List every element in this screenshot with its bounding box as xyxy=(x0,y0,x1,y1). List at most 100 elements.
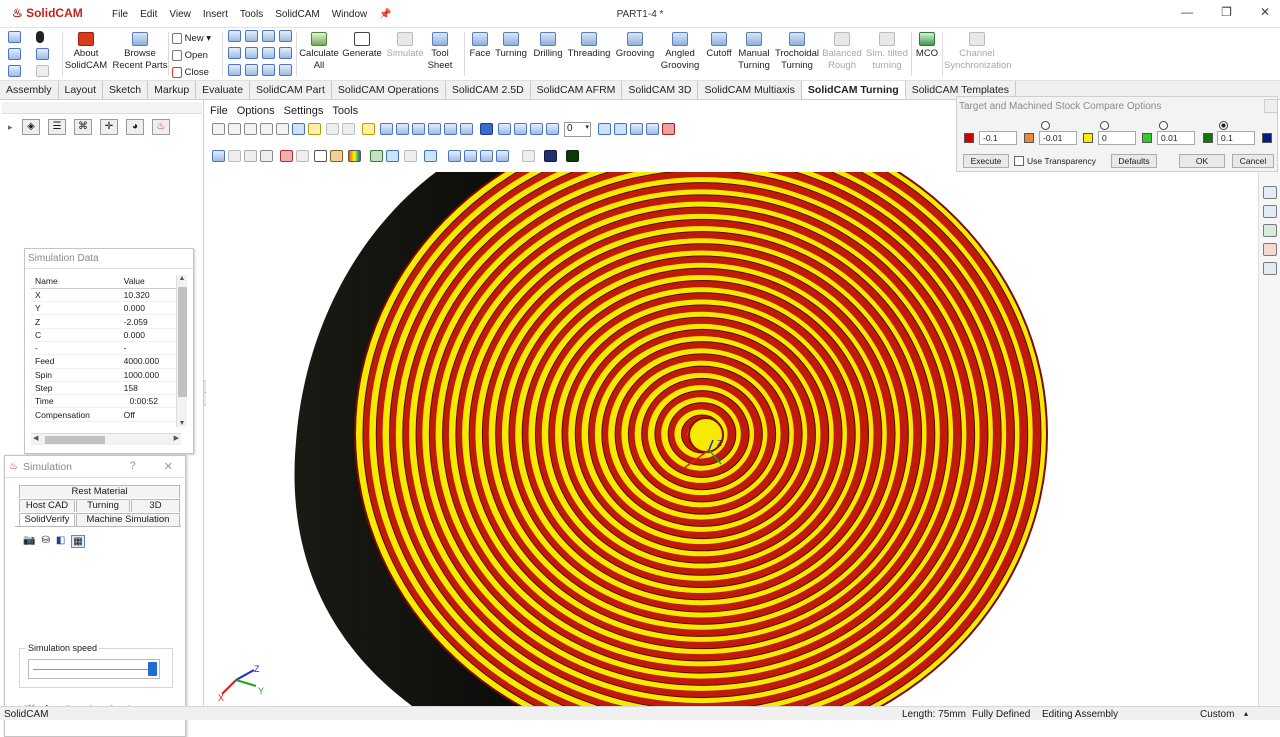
color-swatch-orange[interactable] xyxy=(1024,133,1034,143)
view-front-icon[interactable] xyxy=(380,123,393,135)
trochoidal-turning-button[interactable]: Trochoidal Turning xyxy=(774,30,820,72)
cube-dimetric-icon[interactable] xyxy=(279,47,292,59)
close-button[interactable]: Close xyxy=(172,64,211,81)
rotate-icon[interactable] xyxy=(260,123,273,135)
feature-tree-icon[interactable]: ◈ xyxy=(22,119,40,135)
radio-1[interactable] xyxy=(1041,121,1050,130)
refresh-icon[interactable] xyxy=(314,150,327,162)
cube-right-icon[interactable] xyxy=(262,30,275,42)
panel-expand-icon[interactable]: ▸ xyxy=(8,122,13,133)
light-icon[interactable] xyxy=(36,31,44,43)
file-explorer-icon[interactable] xyxy=(1262,224,1277,237)
compare-view-icon[interactable] xyxy=(566,150,579,162)
sim-menu-tools[interactable]: Tools xyxy=(332,105,358,117)
axis-icon[interactable] xyxy=(386,150,399,162)
select-icon[interactable] xyxy=(292,123,305,135)
restore-icon[interactable]: ❐ xyxy=(1221,5,1232,19)
view-bottom-icon[interactable] xyxy=(460,123,473,135)
defaults-button[interactable]: Defaults xyxy=(1111,154,1157,168)
color-scale-icon[interactable] xyxy=(348,150,361,162)
grid-d-icon[interactable] xyxy=(496,150,509,162)
highlight-icon[interactable] xyxy=(308,123,321,135)
minimize-icon[interactable]: — xyxy=(1181,5,1193,19)
slider-thumb[interactable] xyxy=(148,662,157,676)
tab-solidcam-afrm[interactable]: SolidCAM AFRM xyxy=(531,81,623,99)
tab-3d[interactable]: 3D xyxy=(131,499,180,512)
horizontal-scrollbar[interactable]: ◀ ▶ xyxy=(31,433,181,445)
view-dir2-icon[interactable] xyxy=(614,123,627,135)
simulation-viewport[interactable]: Z X Z Y xyxy=(206,172,1256,706)
cube-left-icon[interactable] xyxy=(262,47,275,59)
generate-button[interactable]: Generate xyxy=(342,30,382,60)
turret-icon[interactable] xyxy=(662,123,675,135)
cube-section-icon[interactable] xyxy=(279,64,292,76)
zoom-icon[interactable] xyxy=(212,123,225,135)
radio-3[interactable] xyxy=(1159,121,1168,130)
view-dir3-icon[interactable] xyxy=(630,123,643,135)
resources-icon[interactable] xyxy=(1262,186,1277,199)
color-swatch-navy[interactable] xyxy=(1262,133,1272,143)
view-dir4-icon[interactable] xyxy=(646,123,659,135)
tab-markup[interactable]: Markup xyxy=(148,81,197,99)
cube-edges-icon[interactable] xyxy=(262,64,275,76)
export-icon[interactable] xyxy=(522,150,535,162)
use-transparency-checkbox[interactable] xyxy=(1014,156,1024,166)
cube-top-icon[interactable] xyxy=(245,30,258,42)
tab-solidcam-turning[interactable]: SolidCAM Turning xyxy=(801,81,906,99)
dialog-close-icon[interactable] xyxy=(1264,99,1278,113)
mco-button[interactable]: MCO xyxy=(913,30,941,60)
tool-display-icon[interactable] xyxy=(280,150,293,162)
tolerance-field-4[interactable]: 0.01 xyxy=(1157,131,1195,145)
cube-shaded-icon[interactable] xyxy=(245,64,258,76)
open-doc-icon[interactable] xyxy=(8,48,21,60)
tab-sketch[interactable]: Sketch xyxy=(103,81,149,99)
turning-button[interactable]: Turning xyxy=(494,30,528,60)
clip-icon[interactable] xyxy=(404,150,417,162)
sim-menu-settings[interactable]: Settings xyxy=(284,105,324,117)
close-simulation-button[interactable]: ✕ xyxy=(164,460,173,473)
dark-view-icon[interactable] xyxy=(544,150,557,162)
drilling-button[interactable]: Drilling xyxy=(530,30,566,60)
view-back-icon[interactable] xyxy=(396,123,409,135)
close-icon[interactable]: ✕ xyxy=(1260,5,1270,19)
tab-solidcam-multiaxis[interactable]: SolidCAM Multiaxis xyxy=(698,81,802,99)
color-swatch-red[interactable] xyxy=(964,133,974,143)
balanced-rough-button[interactable]: Balanced Rough xyxy=(822,30,862,72)
radio-4-selected[interactable] xyxy=(1219,121,1228,130)
radio-2[interactable] xyxy=(1100,121,1109,130)
model2-icon[interactable] xyxy=(228,150,241,162)
tab-solidcam-3d[interactable]: SolidCAM 3D xyxy=(622,81,699,99)
cube-front-icon[interactable] xyxy=(228,30,241,42)
tab-host-cad[interactable]: Host CAD xyxy=(19,499,75,512)
zoom-window-icon[interactable] xyxy=(228,123,241,135)
model-icon[interactable] xyxy=(212,150,225,162)
tab-assembly[interactable]: Assembly xyxy=(0,81,59,99)
view-right-icon[interactable] xyxy=(428,123,441,135)
tab-solidcam-25d[interactable]: SolidCAM 2.5D xyxy=(446,81,531,99)
render-wire-icon[interactable] xyxy=(530,123,543,135)
view-left-icon[interactable] xyxy=(412,123,425,135)
angled-grooving-button[interactable]: Angled Grooving xyxy=(658,30,702,72)
cutoff-button[interactable]: Cutoff xyxy=(704,30,734,60)
calculate-all-button[interactable]: Calculate All xyxy=(298,30,340,72)
browse-recent-parts-button[interactable]: Browse Recent Parts xyxy=(112,30,168,72)
tool-sheet-button[interactable]: Tool Sheet xyxy=(424,30,456,72)
tab-solidverify[interactable]: SolidVerify xyxy=(19,513,75,526)
tab-rest-material[interactable]: Rest Material xyxy=(19,485,180,498)
tolerance-field-5[interactable]: 0.1 xyxy=(1217,131,1255,145)
grid-b-icon[interactable] xyxy=(464,150,477,162)
model3-icon[interactable] xyxy=(244,150,257,162)
redo-icon[interactable] xyxy=(36,65,49,77)
zoom-level-select[interactable]: 0 ▾ xyxy=(564,122,591,137)
stock-icon[interactable]: ⛁ xyxy=(41,535,49,548)
execute-button[interactable]: Execute xyxy=(963,154,1009,168)
tolerance-field-1[interactable]: -0.1 xyxy=(979,131,1017,145)
disabled-tool2-icon[interactable] xyxy=(342,123,355,135)
view-top-icon[interactable] xyxy=(444,123,457,135)
grid-a-icon[interactable] xyxy=(448,150,461,162)
cube-back-icon[interactable] xyxy=(228,47,241,59)
cube-iso-icon[interactable] xyxy=(279,30,292,42)
compare-icon[interactable]: ◧ xyxy=(56,535,65,548)
new-button[interactable]: New ▾ xyxy=(172,30,211,47)
manual-turning-button[interactable]: Manual Turning xyxy=(735,30,773,72)
